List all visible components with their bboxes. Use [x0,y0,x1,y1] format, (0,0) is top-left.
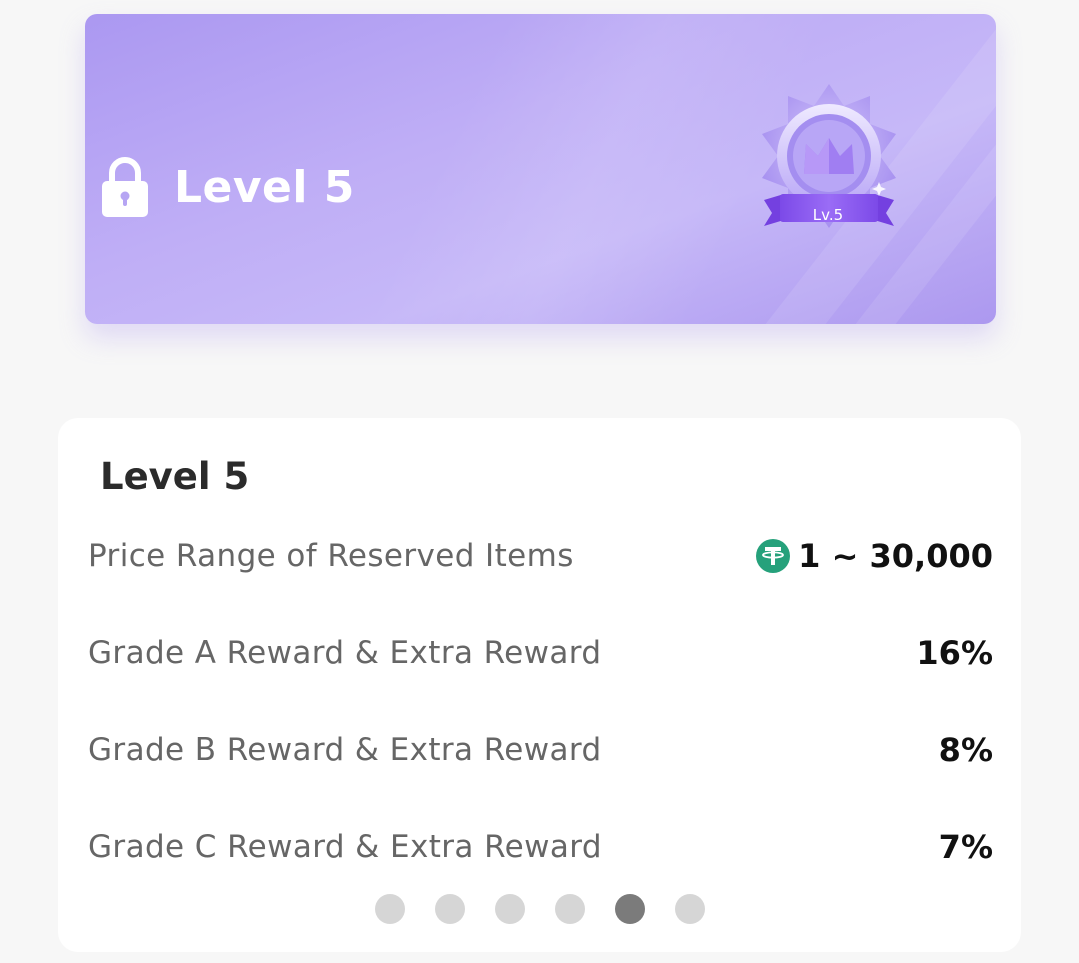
grade-a-reward-label: Grade A Reward & Extra Reward [88,635,602,671]
carousel-pagination [375,894,705,924]
details-title: Level 5 [100,455,250,498]
grade-b-reward-value: 8% [938,731,993,769]
price-range-text: 1 ~ 30,000 [798,537,993,575]
price-range-label: Price Range of Reserved Items [88,538,574,574]
lock-icon [102,157,148,217]
pagination-dot[interactable] [375,894,405,924]
pagination-dot[interactable] [615,894,645,924]
grade-c-reward-label: Grade C Reward & Extra Reward [88,829,602,865]
price-range-value: 1 ~ 30,000 [756,536,993,576]
pagination-dot[interactable] [495,894,525,924]
grade-c-reward-value: 7% [938,828,993,866]
tether-usdt-icon [756,539,791,573]
pagination-dot[interactable] [555,894,585,924]
pagination-dot[interactable] [675,894,705,924]
grade-a-reward-value: 16% [916,634,993,672]
level-card-title: Level 5 [174,162,355,213]
grade-b-reward-label: Grade B Reward & Extra Reward [88,732,602,768]
level-badge-label: Lv.5 [812,206,844,224]
vip-level-page: Level 5 Lv.5 Level 5 Price Range of Rese… [0,0,1079,963]
pagination-dot[interactable] [435,894,465,924]
